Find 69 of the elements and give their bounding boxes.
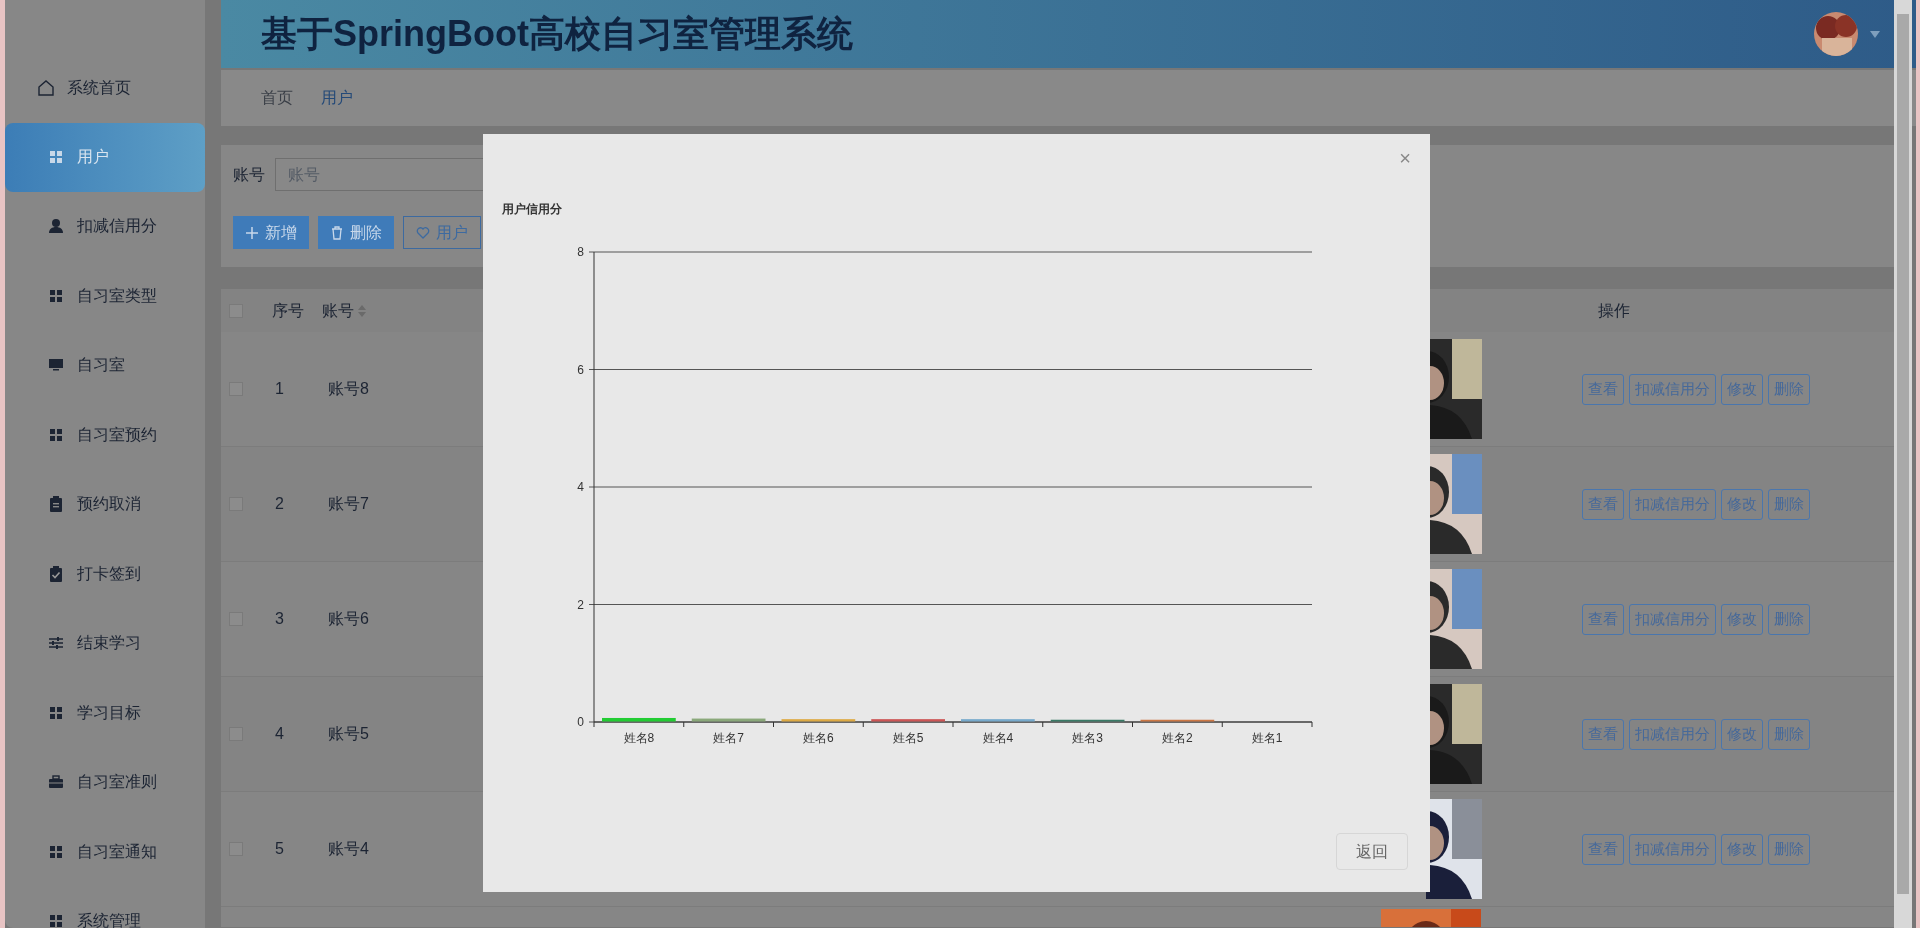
table-cell-text: 账号5 xyxy=(328,724,370,744)
sidebar-item[interactable]: 自习室准则 xyxy=(5,747,205,817)
back-button[interactable]: 返回 xyxy=(1336,833,1408,870)
action-button[interactable]: 扣减信用分 xyxy=(1629,603,1716,635)
axis-tick-label: 6 xyxy=(577,362,584,377)
table-cell-text: 3 xyxy=(275,609,285,629)
action-button[interactable]: 修改 xyxy=(1721,373,1763,405)
action-button[interactable]: 扣减信用分 xyxy=(1629,718,1716,750)
axis-category-label: 姓名4 xyxy=(982,731,1014,745)
axis-category-label: 姓名3 xyxy=(1072,731,1103,745)
action-button[interactable]: 删除 xyxy=(1768,373,1810,405)
action-button[interactable]: 删除 xyxy=(1768,833,1810,865)
action-button[interactable]: 查看 xyxy=(1582,373,1624,405)
sidebar-item[interactable]: 用户 xyxy=(5,122,205,192)
axis-category-label: 姓名1 xyxy=(1251,731,1283,745)
action-button[interactable]: 扣减信用分 xyxy=(1629,373,1716,405)
axis-tick-label: 8 xyxy=(577,245,584,259)
sidebar-item[interactable]: 学习目标 xyxy=(5,678,205,748)
table-cell-text: 1 xyxy=(275,379,285,399)
sidebar-item[interactable]: 自习室 xyxy=(5,330,205,400)
sidebar-item[interactable]: 自习室通知 xyxy=(5,817,205,887)
table-cell-text: 账号8 xyxy=(328,379,370,399)
field-label: 账号 xyxy=(233,164,265,185)
action-button[interactable]: 查看 xyxy=(1582,603,1624,635)
action-button[interactable]: 删除 xyxy=(1768,718,1810,750)
action-button[interactable]: 修改 xyxy=(1721,718,1763,750)
axis-tick-label: 4 xyxy=(577,480,584,494)
table-cell-text: 账号6 xyxy=(328,609,370,629)
table-cell-text: 5 xyxy=(275,839,285,859)
action-button[interactable]: 查看 xyxy=(1582,718,1624,750)
table-cell-text: 账号4 xyxy=(328,839,370,859)
sidebar-item[interactable]: 系统首页 xyxy=(5,53,205,123)
table-cell-text: 2 xyxy=(275,494,285,514)
app-title: 基于SpringBoot高校自习室管理系统 xyxy=(261,12,854,56)
breadcrumb-link[interactable]: 首页 xyxy=(261,86,293,110)
axis-category-label: 姓名6 xyxy=(803,731,834,745)
axis-category-label: 姓名2 xyxy=(1162,731,1193,745)
breadcrumb-link[interactable]: 用户 xyxy=(321,86,353,110)
action-button[interactable]: 修改 xyxy=(1721,603,1763,635)
table-cell-text: 账号7 xyxy=(328,494,370,514)
sidebar-item[interactable]: 自习室类型 xyxy=(5,261,205,331)
column-header[interactable]: 账号 xyxy=(322,298,354,323)
sidebar-item[interactable]: 结束学习 xyxy=(5,608,205,678)
sidebar-item[interactable]: 系统管理 xyxy=(5,886,205,928)
chart-title: 用户信用分 xyxy=(502,201,562,218)
action-button[interactable]: 删除 xyxy=(1768,488,1810,520)
column-header: 序号 xyxy=(272,300,304,321)
action-button[interactable]: 修改 xyxy=(1721,488,1763,520)
axis-category-label: 姓名7 xyxy=(713,731,744,745)
toolbar-button[interactable]: 用户 xyxy=(403,216,481,249)
close-button[interactable]: × xyxy=(1399,148,1411,168)
sidebar-item[interactable]: 打卡签到 xyxy=(5,539,205,609)
sidebar-item[interactable]: 扣减信用分 xyxy=(5,191,205,261)
action-button[interactable]: 删除 xyxy=(1768,603,1810,635)
toolbar-button[interactable]: 删除 xyxy=(318,216,394,249)
action-button[interactable]: 查看 xyxy=(1582,488,1624,520)
sidebar-item[interactable]: 自习室预约 xyxy=(5,400,205,470)
axis-category-label: 姓名8 xyxy=(623,731,655,745)
sidebar-item[interactable]: 预约取消 xyxy=(5,469,205,539)
action-button[interactable]: 扣减信用分 xyxy=(1629,488,1716,520)
axis-category-label: 姓名5 xyxy=(892,731,924,745)
column-header: 操作 xyxy=(1598,300,1630,321)
toolbar-button[interactable]: 新增 xyxy=(233,216,309,249)
table-cell-text: 4 xyxy=(275,724,285,744)
action-button[interactable]: 查看 xyxy=(1582,833,1624,865)
axis-tick-label: 2 xyxy=(577,597,584,612)
axis-tick-label: 0 xyxy=(577,715,584,729)
action-button[interactable]: 修改 xyxy=(1721,833,1763,865)
action-button[interactable]: 扣减信用分 xyxy=(1629,833,1716,865)
